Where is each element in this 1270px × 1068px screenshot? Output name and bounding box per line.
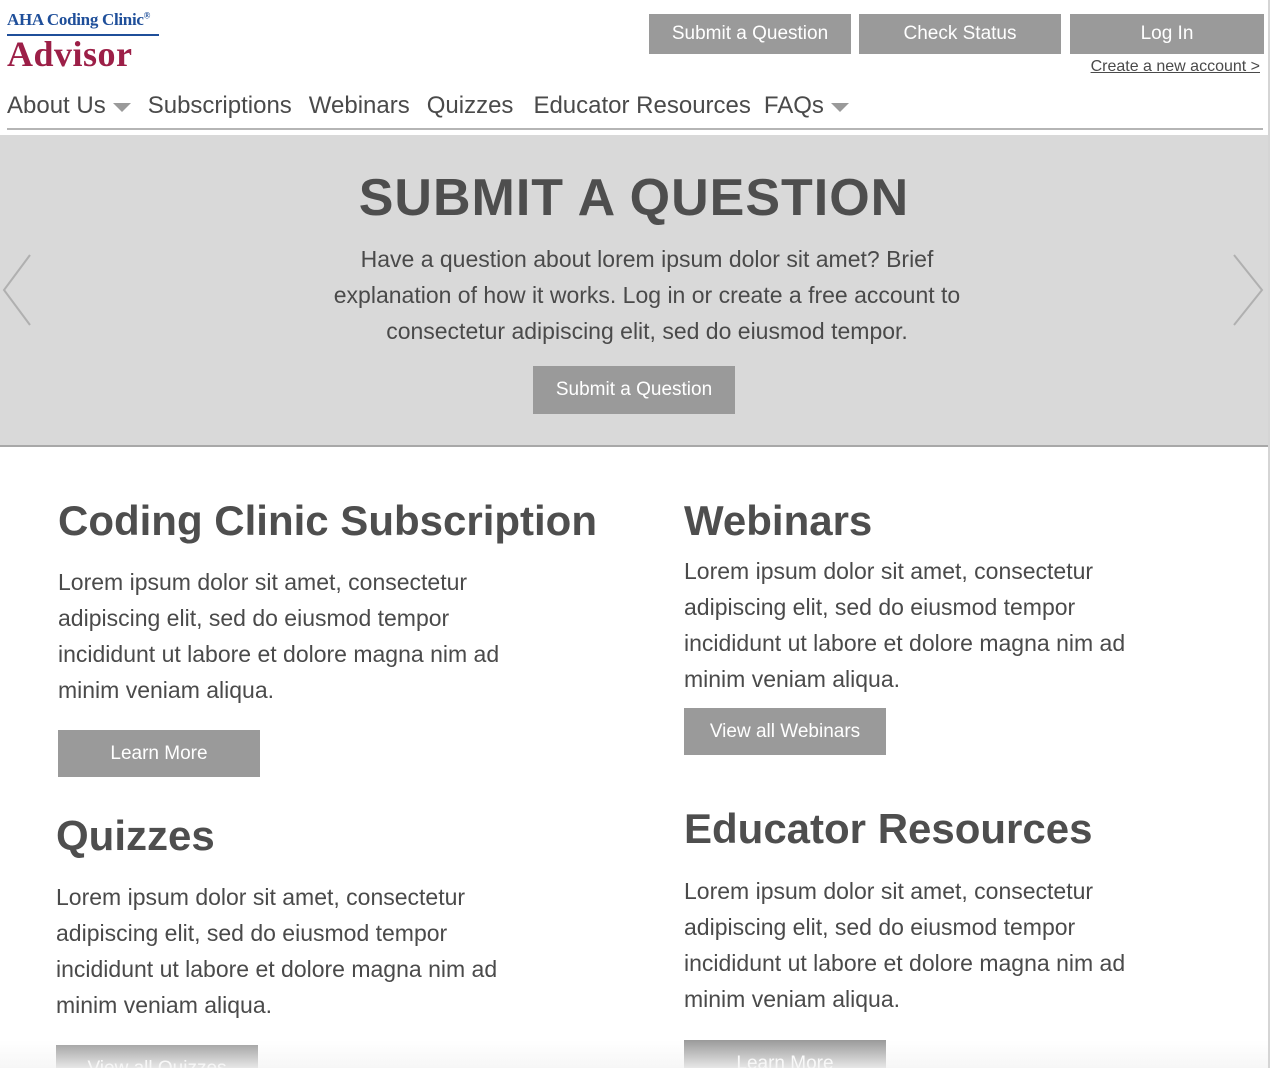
section-title-webinars: Webinars — [684, 497, 873, 544]
nav-item-webinars[interactable]: Webinars — [309, 92, 410, 120]
section-title-subscription: Coding Clinic Subscription — [58, 497, 597, 544]
view-all-webinars-button[interactable]: View all Webinars — [684, 708, 886, 755]
nav-item-label: About Us — [7, 92, 106, 119]
educator-resources-learn-more-button[interactable]: Learn More — [684, 1040, 886, 1068]
logo-subtitle: AHA Coding Clinic® — [7, 10, 167, 30]
hero-carousel: SUBMIT A QUESTION Have a question about … — [0, 135, 1268, 447]
nav-item-quizzes[interactable]: Quizzes — [427, 92, 514, 120]
nav-item-label: Quizzes — [426, 92, 514, 119]
chevron-left-icon[interactable] — [0, 250, 40, 330]
logo-registered-mark: ® — [143, 10, 151, 21]
section-body-subscription: Lorem ipsum dolor sit amet, consectetur … — [58, 569, 500, 703]
subscription-learn-more-button[interactable]: Learn More — [58, 730, 260, 777]
section-title-quizzes: Quizzes — [56, 812, 215, 859]
nav-item-faqs[interactable]: FAQs — [764, 92, 849, 120]
site-logo[interactable]: AHA Coding Clinic® Advisor — [7, 10, 167, 74]
hero-title: SUBMIT A QUESTION — [358, 169, 910, 227]
create-account-link[interactable]: Create a new account > — [1091, 58, 1260, 76]
nav-item-label: Subscriptions — [147, 92, 292, 119]
check-status-button[interactable]: Check Status — [859, 14, 1061, 54]
submit-question-button[interactable]: Submit a Question — [649, 14, 851, 54]
logo-title: Advisor — [7, 34, 133, 74]
hero-submit-question-button[interactable]: Submit a Question — [533, 366, 735, 414]
chevron-right-icon[interactable] — [1228, 250, 1268, 330]
main-nav: About Us Subscriptions Webinars Quizzes … — [7, 88, 866, 124]
logo-coding-clinic-text: Coding Clinic — [46, 10, 144, 29]
caret-down-icon — [112, 103, 131, 112]
logo-aha-text: AHA — [7, 10, 43, 29]
nav-divider — [7, 128, 1263, 130]
nav-item-about-us[interactable]: About Us — [7, 92, 131, 120]
nav-item-educator-resources[interactable]: Educator Resources — [533, 92, 750, 120]
caret-down-icon — [830, 103, 849, 112]
nav-item-label: FAQs — [763, 92, 824, 119]
log-in-button[interactable]: Log In — [1070, 14, 1264, 54]
section-title-educator-resources: Educator Resources — [684, 805, 1093, 852]
section-body-webinars: Lorem ipsum dolor sit amet, consectetur … — [684, 558, 1126, 692]
nav-item-label: Educator Resources — [533, 92, 751, 119]
section-body-quizzes: Lorem ipsum dolor sit amet, consectetur … — [56, 884, 498, 1018]
nav-item-label: Webinars — [308, 92, 410, 119]
view-all-quizzes-button[interactable]: View all Quizzes — [56, 1045, 258, 1068]
hero-description: Have a question about lorem ipsum dolor … — [333, 246, 961, 344]
nav-item-subscriptions[interactable]: Subscriptions — [148, 92, 292, 120]
section-body-educator-resources: Lorem ipsum dolor sit amet, consectetur … — [684, 878, 1126, 1012]
